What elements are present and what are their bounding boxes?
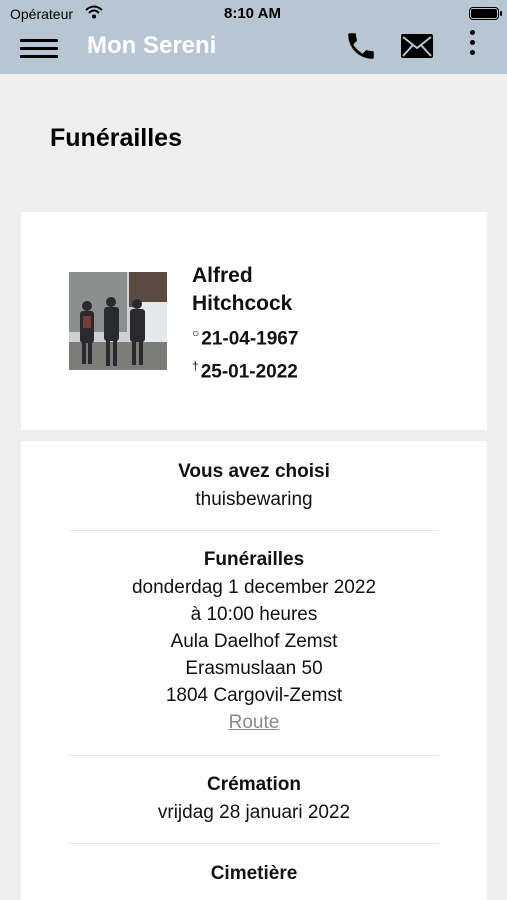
cremation-date: vrijdag 28 januari 2022 (157, 802, 351, 823)
birth-symbol: ○ (192, 326, 200, 340)
status-bar: Opérateur 8:10 AM (0, 0, 507, 26)
app-header: Mon Sereni (0, 26, 507, 74)
choice-section: Vous avez choisi thuisbewaring (21, 458, 487, 513)
death-date: 25-01-2022 (200, 361, 298, 383)
funeral-city: 1804 Cargovil-Zemst (165, 685, 343, 706)
cemetery-heading: Cimetière (210, 863, 298, 884)
app-title: Mon Sereni (87, 32, 217, 59)
funeral-date: donderdag 1 december 2022 (131, 577, 377, 598)
divider (69, 755, 439, 756)
choice-value: thuisbewaring (195, 489, 313, 510)
cemetery-section: Cimetière (21, 860, 487, 888)
page-title: Funérailles (50, 124, 182, 152)
person-card: Alfred Hitchcock ○ 21-04-1967 † 25-01-2022 (21, 212, 487, 430)
details-card: Vous avez choisi thuisbewaring Funéraill… (21, 441, 487, 900)
funeral-section: Funérailles donderdag 1 december 2022 à … (21, 546, 487, 736)
mail-icon[interactable] (400, 33, 434, 64)
battery-icon (469, 7, 502, 20)
more-vertical-icon[interactable] (466, 30, 478, 60)
funeral-venue: Aula Daelhof Zemst (170, 631, 338, 652)
death-date-row: † 25-01-2022 (192, 359, 298, 383)
birth-date-row: ○ 21-04-1967 (192, 326, 298, 350)
route-link[interactable]: Route (21, 709, 487, 736)
person-name: Alfred Hitchcock (192, 262, 392, 318)
funeral-time: à 10:00 heures (190, 604, 318, 625)
divider (69, 530, 439, 531)
carrier-label: Opérateur (10, 6, 74, 22)
divider (69, 843, 439, 844)
cremation-section: Crémation vrijdag 28 januari 2022 (21, 771, 487, 826)
death-symbol: † (192, 359, 199, 373)
phone-icon[interactable] (344, 29, 378, 68)
person-first-name: Alfred (192, 264, 253, 287)
funeral-heading: Funérailles (203, 549, 305, 570)
wifi-icon (85, 5, 103, 22)
funeral-street: Erasmuslaan 50 (185, 658, 323, 679)
menu-icon[interactable] (20, 35, 58, 63)
choice-heading: Vous avez choisi (178, 461, 330, 482)
cremation-heading: Crémation (207, 774, 301, 795)
person-photo (69, 272, 167, 370)
clock: 8:10 AM (224, 5, 281, 22)
birth-date: 21-04-1967 (201, 328, 299, 350)
person-last-name: Hitchcock (192, 292, 293, 315)
